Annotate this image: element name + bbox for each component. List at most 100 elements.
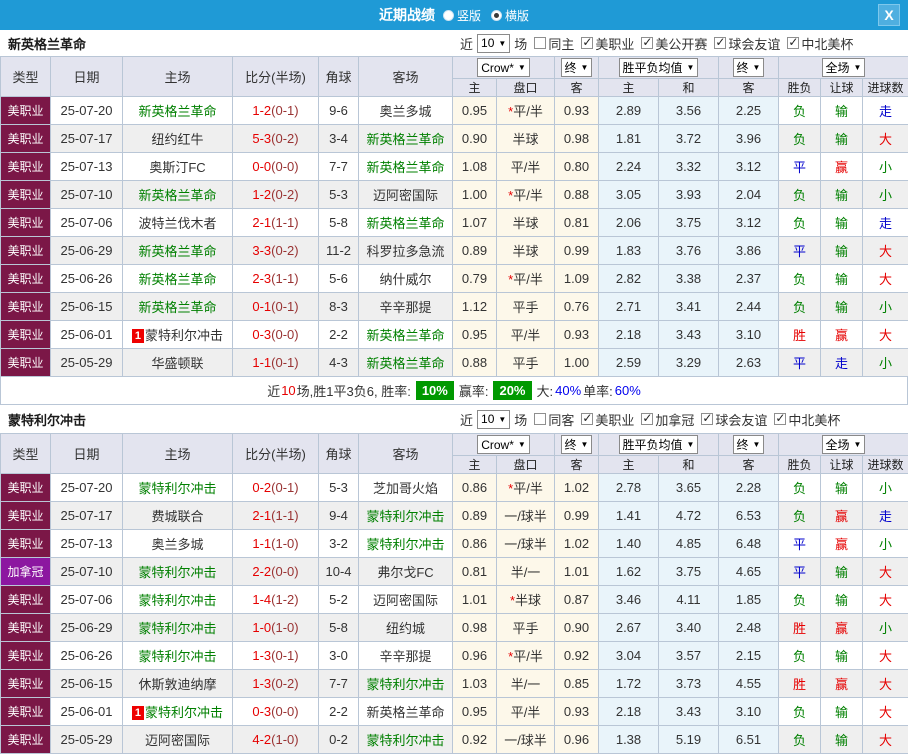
away-odds-cell: 0.80	[555, 153, 599, 181]
home-team-cell: 蒙特利尔冲击	[123, 558, 233, 586]
rank-badge: 1	[132, 329, 144, 343]
avg-away-cell: 3.12	[719, 209, 779, 237]
avg-away-cell: 2.28	[719, 474, 779, 502]
league-filter-checkbox[interactable]	[787, 37, 799, 49]
column-header: 比分(半场)	[233, 434, 319, 474]
summary-segment: 10	[281, 383, 295, 398]
select-value: 全场	[826, 59, 850, 76]
home-team-cell: 蒙特利尔冲击	[123, 614, 233, 642]
avg-draw-cell: 3.73	[659, 670, 719, 698]
league-cell: 美职业	[1, 209, 51, 237]
league-filter-checkbox[interactable]	[714, 37, 726, 49]
date-cell: 25-06-01	[51, 698, 123, 726]
avg-draw-cell: 4.11	[659, 586, 719, 614]
full-time-score: 2-3	[252, 271, 271, 286]
scope-select[interactable]: 全场▼	[822, 435, 866, 454]
layout-radio-label: 竖版	[457, 7, 481, 24]
away-team-cell: 辛辛那提	[359, 642, 453, 670]
avg-draw-cell: 3.56	[659, 97, 719, 125]
league-filter-checkbox[interactable]	[581, 37, 593, 49]
select-value: Crow*	[481, 61, 514, 75]
league-filter-checkbox[interactable]	[774, 413, 786, 425]
avg-stage-select[interactable]: 终▼	[733, 58, 765, 77]
handicap-result-cell: 赢	[821, 670, 863, 698]
column-subheader: 盘口	[497, 79, 555, 97]
match-count-select[interactable]: 10▼	[477, 34, 510, 53]
scope-select[interactable]: 全场 ▼	[822, 58, 866, 77]
away-team-name: 科罗拉多急流	[366, 244, 444, 259]
away-team-name: 新英格兰革命	[366, 705, 444, 720]
match-count-select[interactable]: 10▼	[477, 410, 510, 429]
team-heading: 蒙特利尔冲击	[8, 410, 86, 429]
layout-radio-option[interactable]: 竖版	[443, 7, 481, 24]
summary-segment: 近	[267, 381, 280, 400]
home-team-name: 费城联合	[151, 509, 203, 524]
score-cell: 1-3(0-1)	[233, 642, 319, 670]
home-team-name: 奥兰多城	[151, 537, 203, 552]
result-cell: 负	[779, 642, 821, 670]
avg-home-cell: 2.78	[599, 474, 659, 502]
half-time-score: (1-1)	[271, 508, 298, 523]
league-filter-label: 美职业	[595, 34, 634, 53]
score-cell: 0-3(0-0)	[233, 321, 319, 349]
avg-home-cell: 2.59	[599, 349, 659, 377]
half-time-score: (0-0)	[271, 704, 298, 719]
column-header: 客场	[359, 57, 453, 97]
half-time-score: (0-1)	[271, 480, 298, 495]
column-subheader: 客	[719, 79, 779, 97]
away-team-name: 纽约城	[386, 621, 425, 636]
avg-type-select[interactable]: 胜平负均值▼	[619, 435, 699, 454]
home-team-cell: 蒙特利尔冲击	[123, 642, 233, 670]
avg-away-cell: 2.25	[719, 97, 779, 125]
summary-segment: 10%	[416, 381, 454, 400]
home-team-cell: 新英格兰革命	[123, 97, 233, 125]
bookmaker-select[interactable]: Crow*▼	[477, 58, 530, 77]
league-filter-checkbox[interactable]	[641, 413, 653, 425]
column-subheader: 和	[659, 456, 719, 474]
league-filter-checkbox[interactable]	[581, 413, 593, 425]
corners-cell: 2-2	[319, 698, 359, 726]
handicap-line-cell: *半球	[497, 586, 555, 614]
corners-cell: 4-3	[319, 349, 359, 377]
full-time-score: 1-3	[252, 676, 271, 691]
chevron-down-icon: ▼	[518, 440, 526, 449]
odds-stage-select[interactable]: 终▼	[561, 435, 593, 454]
column-subheader: 胜负	[779, 79, 821, 97]
avg-home-cell: 2.89	[599, 97, 659, 125]
chevron-down-icon: ▼	[854, 63, 862, 72]
result-cell: 胜	[779, 321, 821, 349]
same-side-checkbox[interactable]	[534, 37, 546, 49]
avg-stage-select[interactable]: 终▼	[733, 435, 765, 454]
avg-draw-cell: 4.85	[659, 530, 719, 558]
avg-type-select[interactable]: 胜平负均值▼	[619, 58, 699, 77]
line-text: 半球	[515, 593, 541, 608]
filter-row: 新英格兰革命 近10▼场同主美职业美公开赛球会友谊中北美杯	[0, 30, 908, 56]
goals-result-cell: 大	[863, 237, 908, 265]
away-odds-cell: 0.99	[555, 502, 599, 530]
corners-cell: 5-8	[319, 209, 359, 237]
league-cell: 美职业	[1, 474, 51, 502]
league-filter-checkbox[interactable]	[701, 413, 713, 425]
odds-stage-select[interactable]: 终▼	[561, 58, 593, 77]
same-side-label: 同客	[548, 410, 574, 429]
handicap-result-cell: 输	[821, 586, 863, 614]
avg-home-cell: 1.62	[599, 558, 659, 586]
close-button[interactable]: X	[878, 4, 900, 26]
date-cell: 25-06-29	[51, 614, 123, 642]
home-odds-cell: 0.86	[453, 530, 497, 558]
handicap-line-cell: 平手	[497, 293, 555, 321]
handicap-line-cell: 平手	[497, 349, 555, 377]
away-odds-cell: 0.99	[555, 237, 599, 265]
score-cell: 0-0(0-0)	[233, 153, 319, 181]
layout-radio-option[interactable]: 横版	[491, 7, 529, 24]
goals-result-cell: 大	[863, 125, 908, 153]
league-filter-checkbox[interactable]	[641, 37, 653, 49]
bookmaker-select[interactable]: Crow*▼	[477, 435, 530, 454]
date-cell: 25-07-06	[51, 586, 123, 614]
handicap-result-cell: 输	[821, 237, 863, 265]
result-cell: 负	[779, 726, 821, 754]
same-side-checkbox[interactable]	[534, 413, 546, 425]
avg-draw-cell: 3.43	[659, 321, 719, 349]
column-subheader: 和	[659, 79, 719, 97]
avg-draw-cell: 5.19	[659, 726, 719, 754]
